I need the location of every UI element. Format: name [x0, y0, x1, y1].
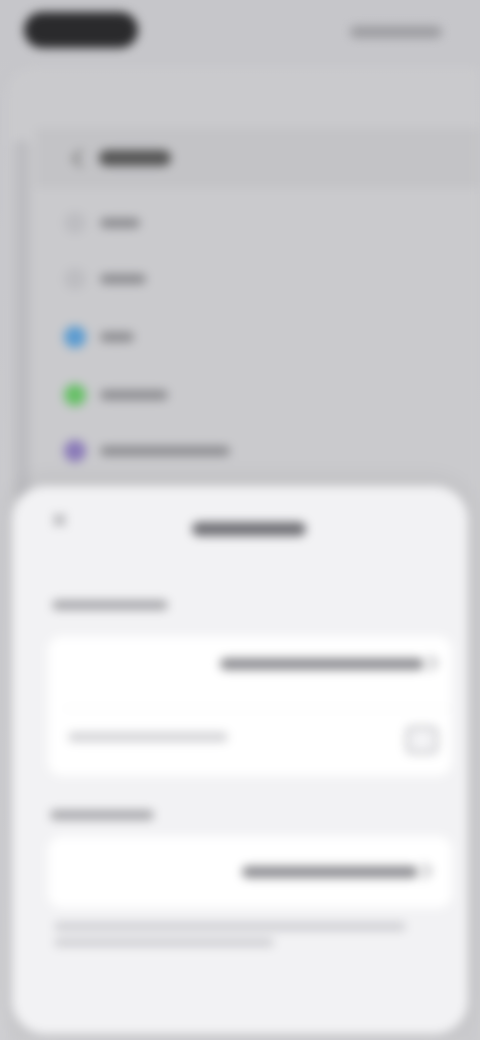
status-indicators — [350, 26, 442, 38]
settings-row[interactable] — [48, 708, 452, 776]
row-label — [100, 390, 168, 400]
background-row[interactable] — [64, 326, 134, 348]
background-title — [99, 150, 171, 166]
section-header — [52, 600, 168, 610]
row-label — [100, 218, 140, 228]
sheet-title — [192, 522, 306, 536]
settings-group — [48, 836, 452, 908]
settings-row[interactable] — [48, 836, 452, 908]
background-row[interactable] — [64, 212, 140, 234]
row-label — [100, 274, 146, 284]
settings-row[interactable] — [48, 636, 452, 708]
section-header — [50, 810, 154, 820]
chevron-left-icon[interactable] — [71, 148, 90, 168]
blue-circle-icon — [64, 326, 86, 348]
generic-icon — [64, 212, 86, 234]
row-hint — [68, 732, 228, 742]
row-value — [242, 866, 418, 878]
dynamic-island — [24, 12, 138, 48]
background-row[interactable] — [64, 440, 230, 462]
background-row[interactable] — [64, 384, 168, 406]
settings-group — [48, 636, 452, 776]
footer-note — [54, 938, 274, 947]
blurred-content — [0, 0, 480, 1040]
chevron-right-icon — [415, 862, 433, 880]
chevron-right-icon — [421, 654, 439, 672]
status-bar — [0, 0, 480, 60]
row-label — [100, 446, 230, 456]
toggle-icon[interactable] — [406, 726, 438, 754]
footer-note — [54, 922, 406, 931]
background-side-strip — [14, 140, 30, 500]
modal-sheet — [12, 486, 468, 1034]
purple-circle-icon — [64, 440, 86, 462]
green-circle-icon — [64, 384, 86, 406]
generic-icon — [64, 268, 86, 290]
row-value — [220, 658, 424, 670]
app-screen — [0, 0, 480, 1040]
background-row[interactable] — [64, 268, 146, 290]
close-icon[interactable] — [52, 512, 66, 526]
background-nav[interactable] — [71, 148, 171, 168]
row-label — [100, 332, 134, 342]
